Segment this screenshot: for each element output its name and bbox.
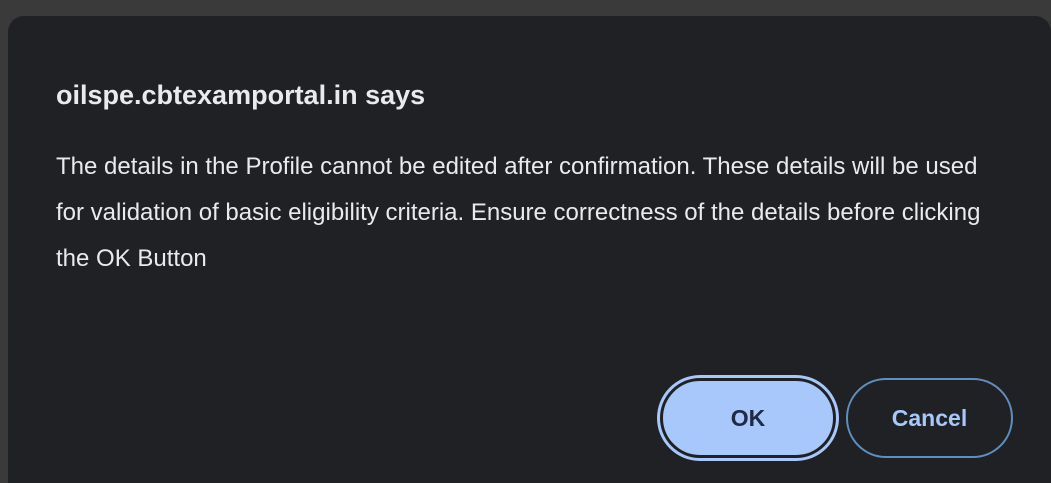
dialog-message: The details in the Profile cannot be edi…: [56, 153, 981, 272]
cancel-button[interactable]: Cancel: [846, 378, 1013, 458]
dialog-actions: OK Cancel: [8, 368, 1051, 468]
alert-dialog: oilspe.cbtexamportal.in says The details…: [8, 16, 1051, 483]
ok-button[interactable]: OK: [660, 378, 836, 458]
dialog-title: oilspe.cbtexamportal.in says: [56, 80, 426, 110]
